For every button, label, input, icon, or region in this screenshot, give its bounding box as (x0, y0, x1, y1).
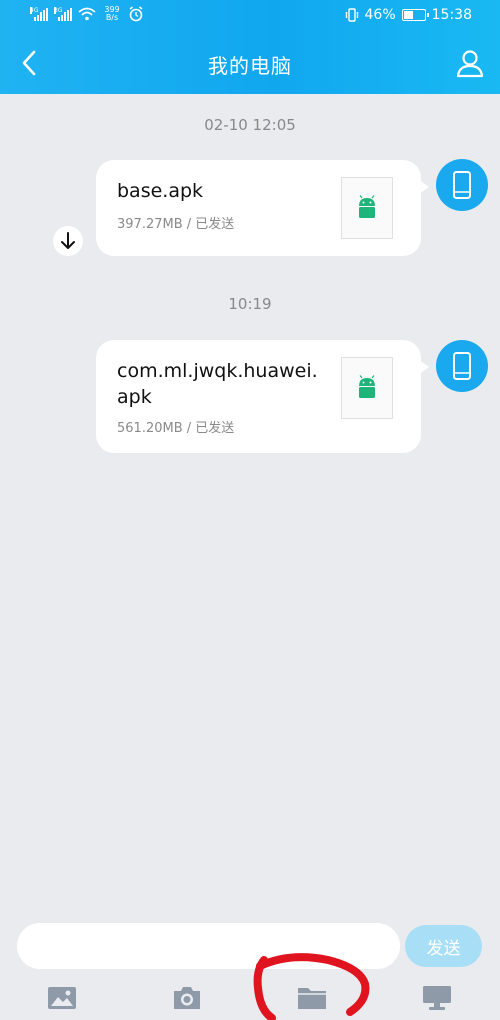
send-button[interactable]: 发送 (405, 925, 482, 967)
file-thumbnail (341, 357, 393, 419)
message-input[interactable] (17, 923, 400, 969)
status-bar: 4G 3G 399 B/s 46% 15:38 (0, 0, 500, 32)
computer-icon (423, 986, 451, 1010)
network-speed: 399 B/s (104, 5, 120, 22)
file-name: com.ml.jwqk.huawei.apk (117, 360, 318, 408)
android-icon (359, 195, 375, 218)
file-thumbnail (341, 177, 393, 239)
computer-button[interactable] (417, 980, 457, 1016)
folder-icon (298, 988, 326, 1009)
title-bar: 我的电脑 (0, 34, 500, 92)
bottom-toolbar (0, 976, 500, 1020)
signal-strength-icon: 3G (54, 7, 72, 21)
alarm-icon (129, 6, 143, 22)
file-meta: 397.27MB / 已发送 (117, 217, 235, 232)
avatar[interactable] (436, 159, 488, 211)
battery-icon (401, 9, 429, 21)
file-message-bubble[interactable]: base.apk 397.27MB / 已发送 (96, 160, 429, 256)
wifi-icon (78, 7, 96, 21)
clock: 15:38 (431, 7, 472, 23)
header-bar: 4G 3G 399 B/s 46% 15:38 我的电脑 (0, 0, 500, 94)
signal-strength-icon: 4G (30, 7, 48, 21)
file-button[interactable] (292, 980, 332, 1016)
avatar[interactable] (436, 340, 488, 392)
file-message-bubble[interactable]: com.ml.jwqk.huawei.apk 561.20MB / 已发送 (96, 340, 429, 453)
page-title: 我的电脑 (208, 54, 292, 78)
profile-button[interactable] (454, 46, 486, 80)
file-name: base.apk (117, 180, 204, 202)
phone-icon (453, 171, 471, 199)
phone-icon (453, 352, 471, 380)
message-timestamp: 02-10 12:05 (204, 116, 296, 134)
download-button[interactable] (53, 226, 83, 256)
camera-button[interactable] (167, 980, 207, 1016)
image-button[interactable] (42, 980, 82, 1016)
message-timestamp: 10:19 (228, 295, 272, 313)
file-meta: 561.20MB / 已发送 (117, 421, 235, 436)
vibrate-icon (345, 8, 358, 22)
image-icon (48, 987, 76, 1009)
android-icon (359, 375, 375, 398)
person-icon (456, 50, 484, 78)
camera-icon (174, 987, 200, 1009)
battery-percent: 46% (364, 7, 396, 23)
arrow-down-icon (61, 232, 75, 249)
